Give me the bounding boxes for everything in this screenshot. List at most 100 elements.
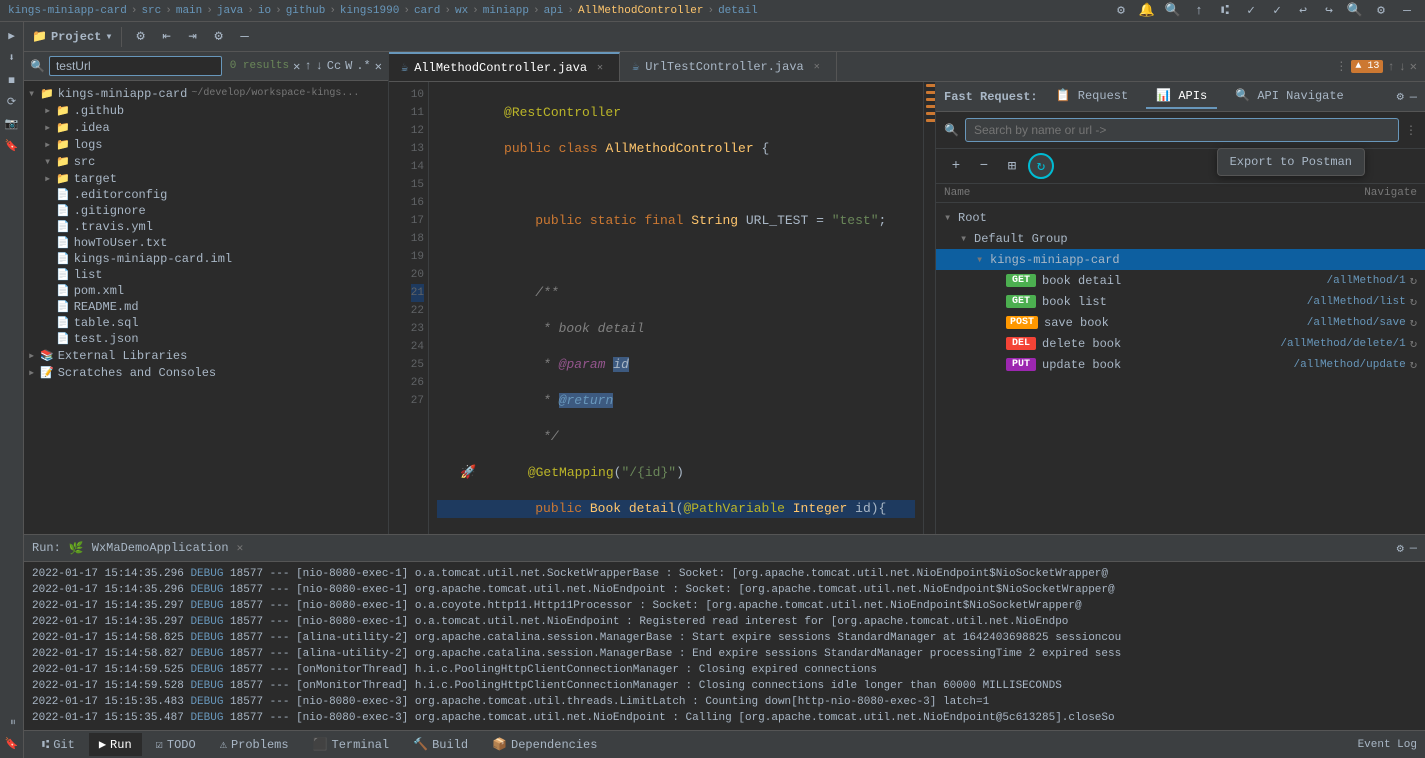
notification-icon[interactable]: 🔔 bbox=[1137, 3, 1157, 18]
api-delete-book[interactable]: DEL delete book /allMethod/delete/1 ↻ bbox=[936, 333, 1425, 354]
tree-item-pom[interactable]: 📄 pom.xml bbox=[24, 283, 388, 299]
regex-icon[interactable]: .* bbox=[356, 59, 370, 73]
close-search-icon[interactable]: ✕ bbox=[375, 59, 382, 74]
bottom-tab-dependencies[interactable]: 📦 Dependencies bbox=[482, 733, 607, 756]
api-refresh-icon[interactable]: ↻ bbox=[1410, 273, 1417, 288]
minimize2-icon[interactable]: — bbox=[234, 29, 256, 45]
root-api-arrow[interactable] bbox=[944, 210, 958, 225]
bottom-tab-terminal[interactable]: ⬛ Terminal bbox=[303, 733, 400, 756]
fr-tab-navigate[interactable]: 🔍 API Navigate bbox=[1225, 84, 1354, 109]
fr-grid-btn[interactable]: ⊞ bbox=[1000, 154, 1024, 178]
api-refresh2-icon[interactable]: ↻ bbox=[1410, 294, 1417, 309]
prev-result-icon[interactable]: ↑ bbox=[304, 59, 311, 73]
tree-item-idea[interactable]: 📁 .idea bbox=[24, 119, 388, 136]
breadcrumb-item[interactable]: wx bbox=[455, 5, 468, 17]
tree-item-extlib[interactable]: 📚 External Libraries bbox=[24, 347, 388, 364]
gear2-icon[interactable]: ⚙ bbox=[1371, 3, 1391, 18]
project-button[interactable]: 📁 Project ▾ bbox=[32, 29, 113, 44]
breadcrumb-item[interactable]: java bbox=[217, 5, 243, 17]
api-refresh3-icon[interactable]: ↻ bbox=[1410, 315, 1417, 330]
root-arrow[interactable] bbox=[28, 86, 40, 101]
next-result-icon[interactable]: ↓ bbox=[316, 59, 323, 73]
api-save-book[interactable]: POST save book /allMethod/save ↻ bbox=[936, 312, 1425, 333]
event-log-btn[interactable]: Event Log bbox=[1358, 739, 1417, 751]
extlib-arrow[interactable] bbox=[28, 348, 40, 363]
target-arrow[interactable] bbox=[44, 171, 56, 186]
breadcrumb-item[interactable]: api bbox=[544, 5, 564, 17]
api-default-group[interactable]: Default Group bbox=[936, 228, 1425, 249]
fr-tab-apis[interactable]: 📊 APIs bbox=[1146, 84, 1217, 109]
bottom-tab-run[interactable]: ▶ Run bbox=[89, 733, 142, 756]
close-editor-icon[interactable]: ✕ bbox=[1410, 59, 1417, 74]
tree-root-item[interactable]: 📁 kings-miniapp-card ~/develop/workspace… bbox=[24, 85, 388, 102]
breadcrumb-item[interactable]: github bbox=[286, 5, 326, 17]
tree-item-logs[interactable]: 📁 logs bbox=[24, 136, 388, 153]
stop-icon[interactable]: ◼ bbox=[2, 70, 22, 90]
default-group-arrow[interactable] bbox=[960, 231, 974, 246]
collapse-icon[interactable]: ⇤ bbox=[156, 28, 178, 45]
breadcrumb-item[interactable]: card bbox=[414, 5, 440, 17]
case-sensitive-icon[interactable]: Cc bbox=[327, 59, 341, 73]
bottom-tab-build[interactable]: 🔨 Build bbox=[403, 733, 478, 756]
api-book-list[interactable]: GET book list /allMethod/list ↻ bbox=[936, 291, 1425, 312]
search-icon[interactable]: 🔍 bbox=[1163, 3, 1183, 18]
tree-item-gitignore[interactable]: 📄 .gitignore bbox=[24, 203, 388, 219]
git-icon[interactable]: ⑆ bbox=[1215, 3, 1235, 18]
tree-item-json[interactable]: 📄 test.json bbox=[24, 331, 388, 347]
api-refresh4-icon[interactable]: ↻ bbox=[1410, 336, 1417, 351]
tree-item-src[interactable]: 📁 src bbox=[24, 153, 388, 170]
tab-menu-icon[interactable]: ⋮ bbox=[1335, 59, 1347, 74]
word-icon[interactable]: W bbox=[345, 59, 352, 73]
fr-add-btn[interactable]: + bbox=[944, 154, 968, 178]
breadcrumb-item[interactable]: src bbox=[141, 5, 161, 17]
settings2-icon[interactable]: ⚙ bbox=[208, 28, 230, 45]
scratch-arrow[interactable] bbox=[28, 365, 40, 380]
breadcrumb-item[interactable]: kings-miniapp-card bbox=[8, 5, 127, 17]
run-icon[interactable]: ▶ bbox=[2, 26, 22, 46]
idea-arrow[interactable] bbox=[44, 120, 56, 135]
console-area[interactable]: 2022-01-17 15:14:35.296 DEBUG 18577 --- … bbox=[24, 562, 1425, 730]
undo-icon[interactable]: ↩ bbox=[1293, 3, 1313, 18]
api-update-book[interactable]: PUT update book /allMethod/update ↻ bbox=[936, 354, 1425, 375]
bookmarks-icon[interactable]: 🔖 bbox=[2, 734, 22, 754]
camera-icon[interactable]: 📷 bbox=[2, 114, 22, 134]
fr-tab-request[interactable]: 📋 Request bbox=[1046, 84, 1139, 109]
fr-search-input[interactable] bbox=[965, 118, 1399, 142]
close-run-icon[interactable]: ✕ bbox=[237, 541, 244, 555]
tree-item-sql[interactable]: 📄 table.sql bbox=[24, 315, 388, 331]
breadcrumb-item[interactable]: kings1990 bbox=[340, 5, 399, 17]
breadcrumb-item[interactable]: io bbox=[258, 5, 271, 17]
tree-item-travis[interactable]: 📄 .travis.yml bbox=[24, 219, 388, 235]
checkmark-icon[interactable]: ✓ bbox=[1241, 3, 1261, 18]
github-arrow[interactable] bbox=[44, 103, 56, 118]
fr-settings-icon[interactable]: ⚙ bbox=[1397, 89, 1404, 104]
run-minimize-icon[interactable]: — bbox=[1410, 541, 1417, 556]
breadcrumb-item[interactable]: detail bbox=[718, 5, 758, 17]
bookmark-icon[interactable]: 🔖 bbox=[2, 136, 22, 156]
clear-search-icon[interactable]: ✕ bbox=[293, 59, 300, 74]
fr-minimize-icon[interactable]: — bbox=[1410, 90, 1417, 104]
tree-item-github[interactable]: 📁 .github bbox=[24, 102, 388, 119]
tree-item-list[interactable]: 📄 list bbox=[24, 267, 388, 283]
checkmark2-icon[interactable]: ✓ bbox=[1267, 3, 1287, 18]
tree-search-input[interactable] bbox=[49, 56, 222, 76]
close-tab-icon[interactable]: ✕ bbox=[593, 61, 607, 75]
breadcrumb-item[interactable]: AllMethodController bbox=[578, 5, 703, 17]
src-arrow[interactable] bbox=[44, 154, 56, 169]
tab-urltestcontroller[interactable]: ☕ UrlTestController.java ✕ bbox=[620, 52, 837, 81]
project-group-arrow[interactable] bbox=[976, 252, 990, 267]
reload-icon[interactable]: ⟳ bbox=[2, 92, 22, 112]
fr-minus-btn[interactable]: − bbox=[972, 154, 996, 178]
bottom-tab-git[interactable]: ⑆ Git bbox=[32, 734, 85, 756]
logs-arrow[interactable] bbox=[44, 137, 56, 152]
tree-item-iml[interactable]: 📄 kings-miniapp-card.iml bbox=[24, 251, 388, 267]
fr-refresh-btn[interactable]: ↻ bbox=[1028, 153, 1054, 179]
tree-item-readme[interactable]: 📄 README.md bbox=[24, 299, 388, 315]
search2-icon[interactable]: 🔍 bbox=[1345, 3, 1365, 18]
breadcrumb-item[interactable]: miniapp bbox=[483, 5, 529, 17]
tree-item-target[interactable]: 📁 target bbox=[24, 170, 388, 187]
expand-icon[interactable]: ⇥ bbox=[182, 28, 204, 45]
api-book-detail[interactable]: GET book detail /allMethod/1 ↻ bbox=[936, 270, 1425, 291]
api-refresh5-icon[interactable]: ↻ bbox=[1410, 357, 1417, 372]
breadcrumb-item[interactable]: main bbox=[176, 5, 202, 17]
